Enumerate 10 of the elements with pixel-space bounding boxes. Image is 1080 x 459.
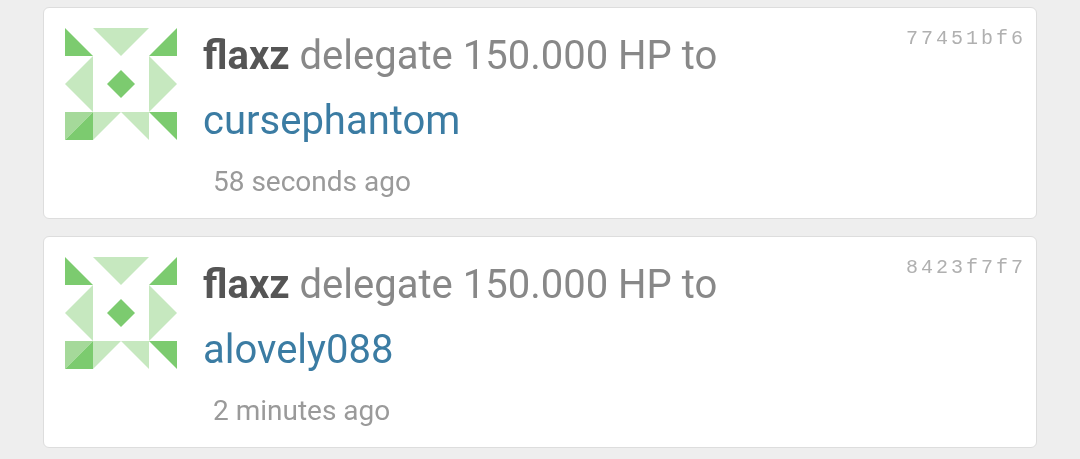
identicon-icon: [65, 28, 177, 140]
target-link[interactable]: alovely088: [203, 326, 394, 374]
timestamp: 2 minutes ago: [213, 393, 391, 429]
target-link[interactable]: cursephantom: [203, 97, 461, 145]
actor-link[interactable]: flaxz: [203, 32, 290, 79]
action-text: delegate 150.000 HP to: [299, 261, 718, 308]
timestamp: 58 seconds ago: [213, 164, 411, 200]
action-text: delegate 150.000 HP to: [299, 32, 718, 79]
actor-link[interactable]: flaxz: [203, 261, 290, 308]
identicon-icon: [65, 257, 177, 369]
